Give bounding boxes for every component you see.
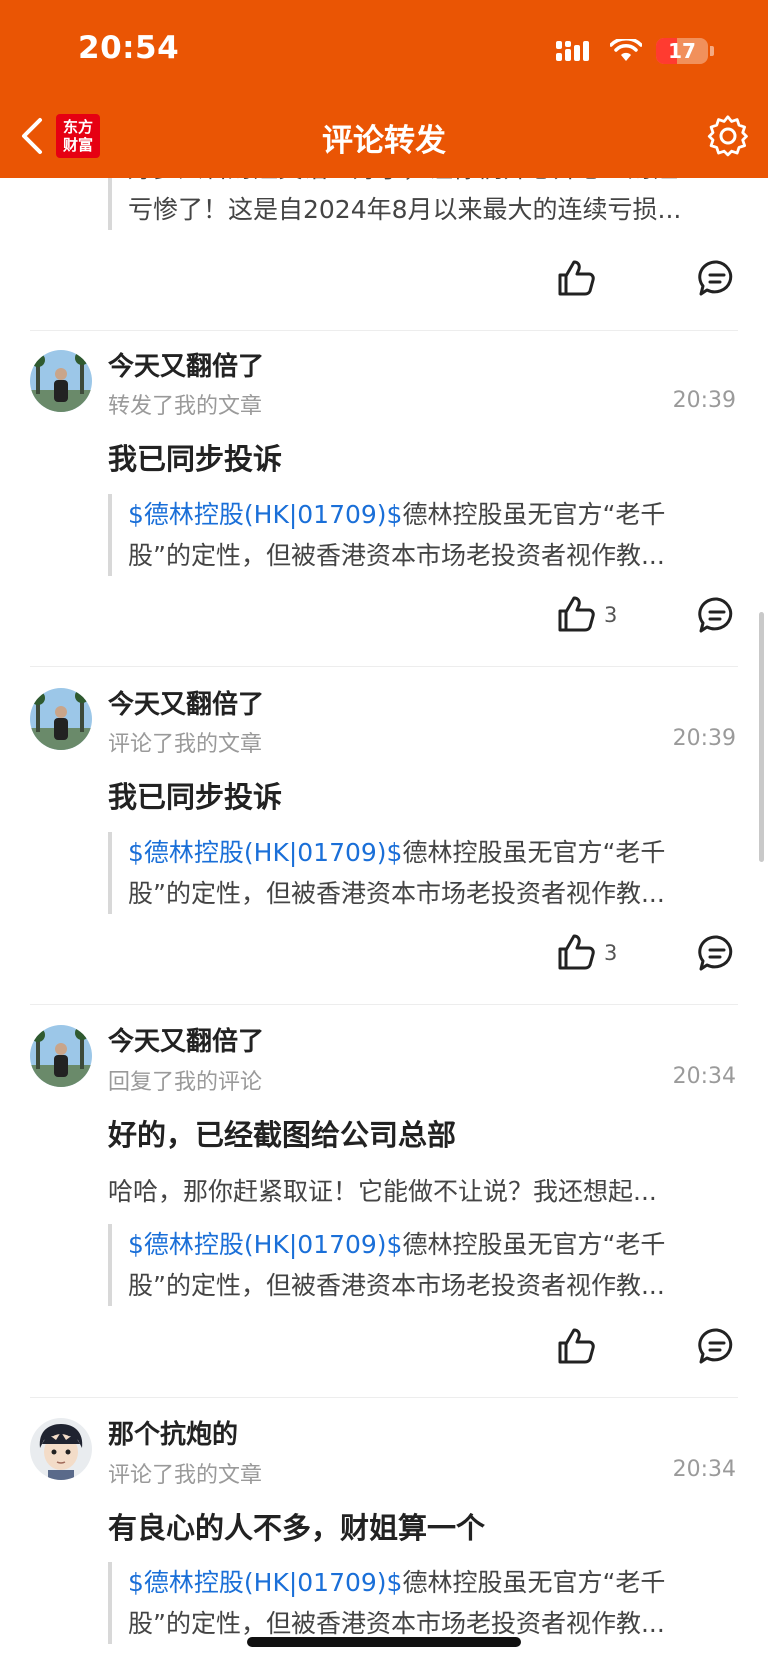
comment-text[interactable]: 我已同步投诉 [108,436,282,478]
username[interactable]: 今天又翻倍了 [108,346,264,383]
reply-text[interactable]: 哈哈，那你赶紧取证！它能做不让说？我还想起... [108,1172,720,1208]
home-indicator[interactable] [247,1637,521,1647]
comment-icon[interactable] [698,1327,736,1365]
like-icon[interactable] [556,1326,596,1366]
like-count: 3 [604,603,618,627]
avatar[interactable] [30,1418,92,1480]
quote-block[interactable]: $德林控股(HK|01709)$德林控股虽无官方“老千 股”的定性，但被香港资本… [108,1224,740,1306]
settings-icon[interactable] [706,114,750,158]
comment-icon[interactable] [698,934,736,972]
action-text: 评论了我的文章 [108,1463,263,1488]
battery-level: 17 [668,39,696,63]
avatar[interactable] [30,350,92,412]
battery-tip [710,46,714,56]
avatar[interactable] [30,1025,92,1087]
divider [30,1004,738,1005]
like-icon[interactable] [556,258,596,298]
notification-list[interactable]: 好多人看财姐笑话！好了，让你们开心开心！财姐 亏惨了！这是自2024年8月以来最… [0,178,768,1663]
username[interactable]: 今天又翻倍了 [108,684,264,721]
scrollbar[interactable] [759,612,764,862]
avatar[interactable] [30,688,92,750]
username[interactable]: 今天又翻倍了 [108,1021,264,1058]
wifi-icon [610,39,642,61]
status-time: 20:54 [78,30,180,66]
page-title: 评论转发 [322,123,446,159]
top-bar: 20:54 17 东方 财富 评论转发 [0,0,768,178]
username[interactable]: 那个抗炮的 [108,1414,238,1451]
action-text: 回复了我的评论 [108,1070,263,1095]
timestamp: 20:34 [672,1064,736,1089]
status-icons: 17 [556,36,714,66]
stock-link[interactable]: $德林控股(HK|01709)$ [128,500,402,529]
signal-icon [556,41,589,61]
comment-icon[interactable] [698,259,736,297]
stock-link[interactable]: $德林控股(HK|01709)$ [128,838,402,867]
divider [30,330,738,331]
stock-link[interactable]: $德林控股(HK|01709)$ [128,1230,402,1259]
quote-block[interactable]: $德林控股(HK|01709)$德林控股虽无官方“老千 股”的定性，但被香港资本… [108,494,740,576]
like-count: 3 [604,941,618,965]
timestamp: 20:39 [672,726,736,751]
timestamp: 20:39 [672,388,736,413]
battery-icon: 17 [656,38,708,64]
quote-block[interactable]: 好多人看财姐笑话！好了，让你们开心开心！财姐 亏惨了！这是自2024年8月以来最… [108,178,740,230]
quote-block[interactable]: $德林控股(HK|01709)$德林控股虽无官方“老千 股”的定性，但被香港资本… [108,832,740,914]
comment-text[interactable]: 我已同步投诉 [108,774,282,816]
like-icon[interactable] [556,594,596,634]
comment-text[interactable]: 有良心的人不多，财姐算一个 [108,1505,485,1547]
divider [30,1397,738,1398]
action-text: 评论了我的文章 [108,732,263,757]
stock-link[interactable]: $德林控股(HK|01709)$ [128,1568,402,1597]
quote-block[interactable]: $德林控股(HK|01709)$德林控股虽无官方“老千 股”的定性，但被香港资本… [108,1562,740,1644]
divider [30,666,738,667]
action-text: 转发了我的文章 [108,394,263,419]
comment-text[interactable]: 好的，已经截图给公司总部 [108,1112,456,1154]
like-icon[interactable] [556,932,596,972]
comment-icon[interactable] [698,596,736,634]
timestamp: 20:34 [672,1457,736,1482]
